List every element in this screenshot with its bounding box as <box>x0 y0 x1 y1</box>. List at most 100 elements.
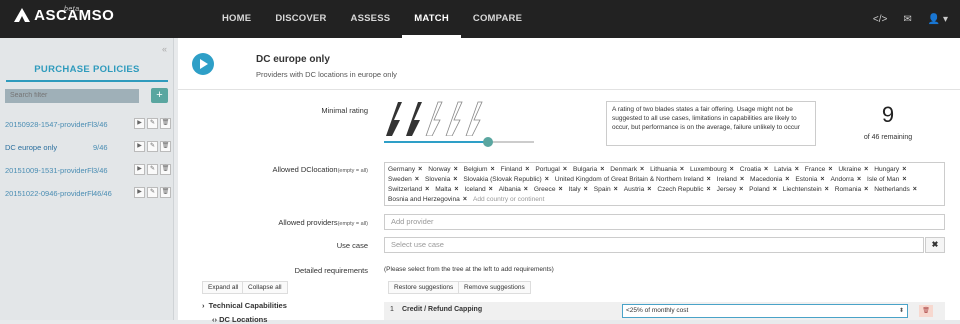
policy-item[interactable]: DC europe only 9/46 ▶ ✎ 🗑 <box>0 136 174 158</box>
nav-home[interactable]: HOME <box>210 0 263 38</box>
tree-item-technical-capabilities[interactable]: › Technical Capabilities <box>202 301 287 310</box>
country-tag-label: Bosnia and Herzegovina <box>388 196 460 203</box>
remove-tag-icon[interactable]: × <box>647 186 651 193</box>
search-filter-input[interactable] <box>5 89 139 103</box>
remove-tag-icon[interactable]: × <box>785 176 789 183</box>
remove-tag-icon[interactable]: × <box>864 166 868 173</box>
remove-tag-icon[interactable]: × <box>545 176 549 183</box>
remove-tag-icon[interactable]: × <box>524 186 528 193</box>
usecase-select[interactable]: Select use case <box>384 237 924 253</box>
remove-tag-icon[interactable]: × <box>491 166 495 173</box>
delete-icon[interactable]: 🗑 <box>160 141 171 152</box>
country-tag: Iceland × <box>464 185 492 195</box>
remove-tag-icon[interactable]: × <box>454 166 458 173</box>
remove-tag-icon[interactable]: × <box>730 166 734 173</box>
rating-slider-handle[interactable] <box>483 137 493 147</box>
delete-icon[interactable]: 🗑 <box>919 305 933 317</box>
remove-tag-icon[interactable]: × <box>707 176 711 183</box>
remove-tag-icon[interactable]: × <box>857 176 861 183</box>
remove-tag-icon[interactable]: × <box>795 166 799 173</box>
country-tag: Sweden × <box>388 175 419 185</box>
app-logo[interactable]: ASCAMSO beta <box>14 6 114 24</box>
code-icon[interactable]: </> <box>873 14 887 25</box>
nav-compare[interactable]: COMPARE <box>461 0 534 38</box>
nav-discover[interactable]: DISCOVER <box>263 0 338 38</box>
remove-tag-icon[interactable]: × <box>418 166 422 173</box>
country-tag: Italy × <box>569 185 588 195</box>
rating-slider-fill <box>384 141 488 143</box>
remove-tag-icon[interactable]: × <box>740 176 744 183</box>
delete-icon[interactable]: 🗑 <box>160 164 171 175</box>
country-tag: Slovakia (Slovak Republic) × <box>463 175 549 185</box>
country-tag-label: Bulgaria <box>572 166 598 173</box>
remove-tag-icon[interactable]: × <box>864 186 868 193</box>
remove-tag-icon[interactable]: × <box>525 166 529 173</box>
country-tag-label: Jersey <box>716 186 737 193</box>
edit-icon[interactable]: ✎ <box>147 187 158 198</box>
rating-blades[interactable] <box>384 100 484 136</box>
main-panel: DC europe only Providers with DC locatio… <box>178 38 960 324</box>
clear-usecase-button[interactable]: ✖ <box>925 237 945 253</box>
edit-icon[interactable]: ✎ <box>147 141 158 152</box>
country-tag-label: Slovenia <box>424 176 451 183</box>
remove-tag-icon[interactable]: × <box>600 166 604 173</box>
remove-tag-icon[interactable]: × <box>828 166 832 173</box>
user-menu-icon[interactable]: 👤 ▾ <box>928 14 948 25</box>
run-icon[interactable]: ▶ <box>134 164 145 175</box>
policy-item[interactable]: 20151022-0946-providerFl 46/46 ▶ ✎ 🗑 <box>0 182 174 204</box>
remove-tag-icon[interactable]: × <box>707 186 711 193</box>
remove-tag-icon[interactable]: × <box>454 186 458 193</box>
country-tag-label: Netherlands <box>874 186 910 193</box>
country-tag-label: Luxembourg <box>689 166 727 173</box>
country-tag-label: Poland <box>749 186 770 193</box>
dclocation-tag-input[interactable]: Germany × Norway × Belgium × Finland × Portugal ×… <box>384 162 945 206</box>
country-tag-label: United Kingdom of Great Britain & Northe… <box>554 176 704 183</box>
remove-tag-icon[interactable]: × <box>463 196 467 203</box>
remove-tag-icon[interactable]: × <box>825 186 829 193</box>
remove-tag-icon[interactable]: × <box>820 176 824 183</box>
remove-tag-icon[interactable]: × <box>489 186 493 193</box>
delete-icon[interactable]: 🗑 <box>160 187 171 198</box>
run-icon[interactable]: ▶ <box>134 187 145 198</box>
nav-match[interactable]: MATCH <box>402 0 461 38</box>
restore-suggestions-button[interactable]: Restore suggestions <box>388 281 460 294</box>
policy-title: DC europe only <box>256 54 330 65</box>
providers-input[interactable]: Add provider <box>384 214 945 230</box>
remove-tag-icon[interactable]: × <box>584 186 588 193</box>
remove-tag-icon[interactable]: × <box>453 176 457 183</box>
remove-tag-icon[interactable]: × <box>902 176 906 183</box>
remove-tag-icon[interactable]: × <box>680 166 684 173</box>
delete-icon[interactable]: 🗑 <box>160 118 171 129</box>
policy-count: 46/46 <box>93 189 112 198</box>
remove-tag-icon[interactable]: × <box>773 186 777 193</box>
edit-icon[interactable]: ✎ <box>147 118 158 129</box>
add-policy-button[interactable]: + <box>151 88 168 103</box>
mail-icon[interactable]: ✉ <box>903 14 911 25</box>
remove-tag-icon[interactable]: × <box>558 186 562 193</box>
run-icon[interactable]: ▶ <box>134 118 145 129</box>
policy-item[interactable]: 20151009-1531-providerFl 3/46 ▶ ✎ 🗑 <box>0 159 174 181</box>
remove-tag-icon[interactable]: × <box>913 186 917 193</box>
add-country-placeholder[interactable]: Add country or continent <box>473 195 544 205</box>
expand-all-button[interactable]: Expand all <box>202 281 245 294</box>
remove-tag-icon[interactable]: × <box>415 176 419 183</box>
run-icon[interactable]: ▶ <box>134 141 145 152</box>
requirement-name: Credit / Refund Capping <box>402 306 483 313</box>
remove-tag-icon[interactable]: × <box>640 166 644 173</box>
remove-tag-icon[interactable]: × <box>425 186 429 193</box>
remove-tag-icon[interactable]: × <box>764 166 768 173</box>
collapse-all-button[interactable]: Collapse all <box>242 281 288 294</box>
policy-item[interactable]: 20150928-1547-providerFl 3/46 ▶ ✎ 🗑 <box>0 113 174 135</box>
remove-tag-icon[interactable]: × <box>614 186 618 193</box>
requirement-value-select[interactable]: <25% of monthly cost ⬍ <box>622 304 908 318</box>
country-tag-label: Ireland <box>716 176 737 183</box>
nav-assess[interactable]: ASSESS <box>339 0 403 38</box>
play-icon[interactable] <box>192 53 214 75</box>
country-tag-label: Czech Republic <box>657 186 704 193</box>
remove-tag-icon[interactable]: × <box>563 166 567 173</box>
collapse-sidebar-icon[interactable]: « <box>162 44 167 54</box>
remove-suggestions-button[interactable]: Remove suggestions <box>458 281 531 294</box>
remove-tag-icon[interactable]: × <box>739 186 743 193</box>
edit-icon[interactable]: ✎ <box>147 164 158 175</box>
remove-tag-icon[interactable]: × <box>902 166 906 173</box>
